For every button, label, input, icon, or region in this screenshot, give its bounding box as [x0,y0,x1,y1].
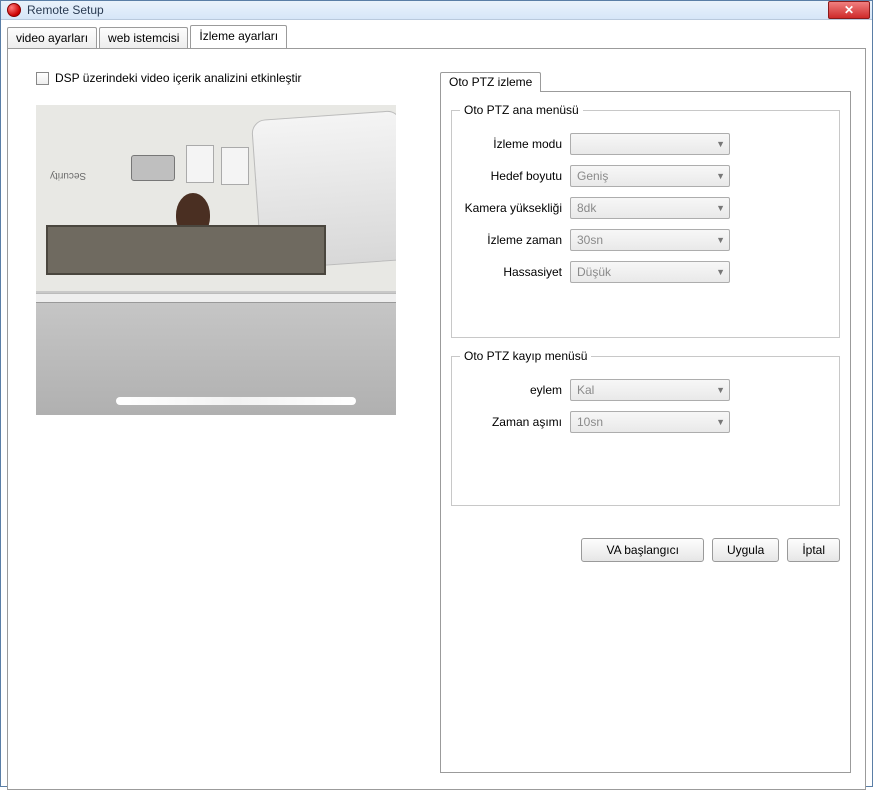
label-camera-height: Kamera yüksekliği [464,201,570,215]
combo-timeout[interactable]: 10sn ▼ [570,411,730,433]
buttons-row: VA başlangıcı Uygula İptal [451,524,840,562]
legend-loss-menu: Oto PTZ kayıp menüsü [460,349,591,363]
combo-tracking-mode[interactable]: ▼ [570,133,730,155]
right-column: Oto PTZ izleme Oto PTZ ana menüsü İzleme… [440,69,851,773]
scene-device [131,155,175,181]
titlebar: Remote Setup ✕ [1,1,872,20]
chevron-down-icon: ▼ [716,267,725,277]
enable-dsp-row[interactable]: DSP üzerindeki video içerik analizini et… [36,71,416,85]
scene-sheet [221,147,249,185]
fieldset-main-menu: Oto PTZ ana menüsü İzleme modu ▼ Hedef b… [451,110,840,338]
chevron-down-icon: ▼ [716,417,725,427]
titlebar-left: Remote Setup [7,3,104,17]
label-sensitivity: Hassasiyet [464,265,570,279]
combo-sensitivity[interactable]: Düşük ▼ [570,261,730,283]
combo-target-size[interactable]: Geniş ▼ [570,165,730,187]
main-tabstrip: video ayarları web istemcisi İzleme ayar… [7,24,866,48]
chevron-down-icon: ▼ [716,385,725,395]
inner-tabstrip: Oto PTZ izleme [440,69,851,91]
scene-board [46,225,326,275]
chevron-down-icon: ▼ [716,171,725,181]
legend-main-menu: Oto PTZ ana menüsü [460,103,583,117]
row-tracking-mode: İzleme modu ▼ [464,133,827,155]
inner-panel: Oto PTZ ana menüsü İzleme modu ▼ Hedef b… [440,91,851,773]
content-row: DSP üzerindeki video içerik analizini et… [8,49,865,789]
label-action: eylem [464,383,570,397]
row-target-size: Hedef boyutu Geniş ▼ [464,165,827,187]
left-column: DSP üzerindeki video içerik analizini et… [36,69,416,773]
label-tracking-mode: İzleme modu [464,137,570,151]
row-sensitivity: Hassasiyet Düşük ▼ [464,261,827,283]
scene-security-text: Security [50,170,86,181]
close-button[interactable]: ✕ [828,1,870,19]
tab-tracking-settings[interactable]: İzleme ayarları [190,25,287,48]
row-tracking-time: İzleme zaman 30sn ▼ [464,229,827,251]
apply-button[interactable]: Uygula [712,538,779,562]
label-timeout: Zaman aşımı [464,415,570,429]
combo-camera-height[interactable]: 8dk ▼ [570,197,730,219]
label-tracking-time: İzleme zaman [464,233,570,247]
scene-light [116,397,356,405]
app-icon [7,3,21,17]
client-area: video ayarları web istemcisi İzleme ayar… [1,20,872,796]
combo-tracking-time-value: 30sn [577,233,603,247]
scene-sheet [186,145,214,183]
window-title: Remote Setup [27,3,104,17]
row-action: eylem Kal ▼ [464,379,827,401]
close-icon: ✕ [844,4,854,16]
chevron-down-icon: ▼ [716,139,725,149]
inner-tab-auto-ptz[interactable]: Oto PTZ izleme [440,72,541,92]
label-target-size: Hedef boyutu [464,169,570,183]
tracking-panel: DSP üzerindeki video içerik analizini et… [7,48,866,790]
tab-video-settings[interactable]: video ayarları [7,27,97,49]
remote-setup-window: Remote Setup ✕ video ayarları web istemc… [0,0,873,787]
chevron-down-icon: ▼ [716,203,725,213]
combo-tracking-time[interactable]: 30sn ▼ [570,229,730,251]
row-camera-height: Kamera yüksekliği 8dk ▼ [464,197,827,219]
combo-sensitivity-value: Düşük [577,265,611,279]
combo-action-value: Kal [577,383,594,397]
combo-action[interactable]: Kal ▼ [570,379,730,401]
tab-web-client[interactable]: web istemcisi [99,27,188,49]
cancel-button[interactable]: İptal [787,538,840,562]
video-preview: Security [36,105,396,415]
combo-timeout-value: 10sn [577,415,603,429]
fieldset-loss-menu: Oto PTZ kayıp menüsü eylem Kal ▼ Zaman a… [451,356,840,506]
row-timeout: Zaman aşımı 10sn ▼ [464,411,827,433]
chevron-down-icon: ▼ [716,235,725,245]
enable-dsp-checkbox[interactable] [36,72,49,85]
va-start-button[interactable]: VA başlangıcı [581,538,704,562]
enable-dsp-label: DSP üzerindeki video içerik analizini et… [55,71,302,85]
combo-camera-height-value: 8dk [577,201,596,215]
combo-target-size-value: Geniş [577,169,608,183]
scene-counter [36,293,396,303]
